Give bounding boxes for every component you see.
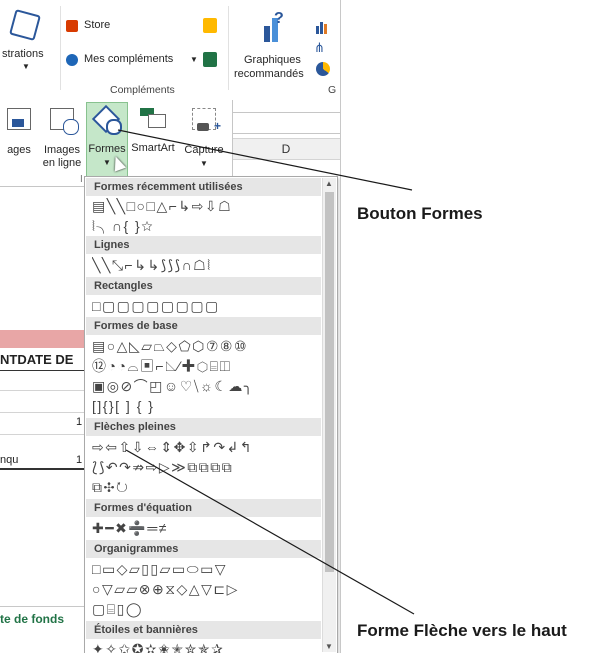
ribbon-separator xyxy=(228,6,229,90)
section-header-lines: Lignes xyxy=(86,236,321,254)
recommended-charts-label-2: recommandés xyxy=(234,68,304,80)
pie-chart-icon[interactable] xyxy=(316,62,330,76)
shapes-row-stars[interactable]: ✦✧✩✪✫✬✭✮✯✰ xyxy=(92,639,322,653)
scroll-down-icon[interactable]: ▼ xyxy=(325,642,333,651)
online-picture-icon xyxy=(50,108,79,135)
online-pictures-label-2: en ligne xyxy=(42,157,82,169)
ribbon: strations ▼ Store Mes compléments ▼ Comp… xyxy=(0,0,340,101)
scrollbar-thumb[interactable] xyxy=(325,192,334,572)
shapes-row-flowchart-1[interactable]: □▭◇▱▯▯▱▭⬭▭▽ xyxy=(92,559,322,579)
store-button[interactable]: Store xyxy=(66,18,186,36)
section-header-basic: Formes de base xyxy=(86,317,321,335)
chevron-down-icon: ▼ xyxy=(200,159,208,168)
section-header-equation: Formes d'équation xyxy=(86,499,321,517)
grid-line xyxy=(0,434,84,435)
smartart-button[interactable]: SmartArt xyxy=(128,102,178,182)
section-header-block-arrows: Flèches pleines xyxy=(86,418,321,436)
callout-bouton-formes: Bouton Formes xyxy=(357,204,483,223)
shapes-row-flowchart-2[interactable]: ○▽▱▱⊗⊕⧖◇△▽⊏▷ xyxy=(92,579,322,599)
shapes-row-arrows-2[interactable]: ⟅⟆↶↷⇏⇨▷≫⧉⧉⧉⧉ xyxy=(92,457,322,477)
shapes-row-flowchart-3[interactable]: ▢⌸▯◯ xyxy=(92,599,322,619)
store-label: Store xyxy=(84,19,111,31)
section-header-stars: Étoiles et bannières xyxy=(86,621,321,639)
shapes-row-arrows-1[interactable]: ⇨⇦⇧⇩⇔⇕✥⇳↱↷↲↰ xyxy=(92,437,322,457)
store-icon xyxy=(66,20,78,32)
picture-icon xyxy=(7,108,31,130)
shapes-icon xyxy=(91,104,122,135)
sheet-tab-bar xyxy=(0,606,84,607)
cell-value[interactable]: 1 xyxy=(76,416,82,428)
shapes-row-lines[interactable]: ╲╲⤡⌐↳↳⟆⟆⟆∩☖⦚ xyxy=(92,255,322,275)
scroll-up-icon[interactable]: ▲ xyxy=(325,179,333,188)
grid-line xyxy=(0,412,84,413)
callout-forme-fleche-haut: Forme Flèche vers le haut xyxy=(357,621,567,640)
header-row xyxy=(0,330,84,348)
smartart-label: SmartArt xyxy=(131,142,175,154)
recommended-charts-button[interactable]: ? Graphiques recommandés xyxy=(232,4,308,90)
gallery-group-stub: I xyxy=(80,174,83,185)
shapes-row-arrows-3[interactable]: ⧉✣↻ xyxy=(92,477,322,497)
illustrations-button[interactable]: strations ▼ xyxy=(0,0,60,90)
grid-line xyxy=(0,390,84,391)
capture-button[interactable]: + Capture ▼ xyxy=(180,102,228,182)
screenshot-icon: + xyxy=(192,108,221,133)
shapes-dropdown-menu: Formes récemment utilisées ▤╲╲□○□△⌐↳⇨⇩☖ … xyxy=(84,176,338,653)
capture-label: Capture xyxy=(184,144,224,156)
shapes-row-basic-1[interactable]: ▤○△◺▱⏢◇⬠⬡⑦⑧⑩ xyxy=(92,336,322,356)
illustrations-icon xyxy=(9,9,41,41)
header-cell-text: NTDATE DE xyxy=(0,352,74,367)
column-header-d[interactable]: D xyxy=(230,138,340,160)
excel-addin-icon[interactable] xyxy=(203,52,217,67)
illustrations-label: strations xyxy=(2,48,44,60)
column-chart-icon[interactable] xyxy=(316,20,330,34)
illustrations-gallery: ages Images en ligne Formes ▼ SmartArt +… xyxy=(0,100,233,187)
addins-icon xyxy=(66,54,78,66)
shapes-row-equation[interactable]: ✚━✖➗═≠ xyxy=(92,518,322,538)
shapes-row-recent-2[interactable]: ⦚╮∩{ }☆ xyxy=(92,216,322,236)
my-addins-label: Mes compléments xyxy=(84,53,174,65)
section-header-flowchart: Organigrammes xyxy=(86,540,321,558)
online-pictures-button[interactable]: Images en ligne xyxy=(38,102,86,182)
online-pictures-label-1: Images xyxy=(43,144,81,156)
shapes-row-basic-4[interactable]: []{}[ ] { } xyxy=(92,396,322,416)
ribbon-separator xyxy=(60,6,61,90)
smartart-icon xyxy=(140,108,166,128)
complements-group-label: Compléments xyxy=(110,84,175,96)
menu-scrollbar[interactable]: ▲ ▼ xyxy=(322,178,336,652)
shapes-row-basic-2[interactable]: ⑫◔◔⌓▣⌐◺⁄✚⬡⌸◫ xyxy=(92,356,322,376)
excel-window: strations ▼ Store Mes compléments ▼ Comp… xyxy=(0,0,341,653)
chevron-down-icon: ▼ xyxy=(190,55,198,64)
shapes-row-basic-3[interactable]: ▣◎⊘⌒◰☺♡⧹☼☾☁╮ xyxy=(92,376,322,396)
recommended-charts-label-1: Graphiques xyxy=(244,54,301,66)
charts-group-label: G xyxy=(328,84,337,96)
cell-value[interactable]: 1 xyxy=(76,454,82,466)
hierarchy-chart-icon[interactable]: ⋔ xyxy=(314,40,325,56)
sheet-tab[interactable]: te de fonds xyxy=(0,612,64,626)
section-header-rectangles: Rectangles xyxy=(86,277,321,295)
section-header-recent: Formes récemment utilisées xyxy=(86,178,321,196)
recommended-charts-icon: ? xyxy=(262,10,288,42)
shapes-row-rectangles[interactable]: □▢▢▢▢▢▢▢▢ xyxy=(92,296,322,316)
shapes-row-recent-1[interactable]: ▤╲╲□○□△⌐↳⇨⇩☖ xyxy=(92,196,322,216)
cell-text[interactable]: nqu xyxy=(0,454,18,466)
bing-icon[interactable] xyxy=(203,18,217,33)
pictures-label: ages xyxy=(7,144,31,156)
grid-line-bold xyxy=(0,468,84,470)
formes-button[interactable]: Formes ▼ xyxy=(86,102,128,184)
my-addins-button[interactable]: Mes compléments ▼ xyxy=(66,52,206,70)
chevron-down-icon: ▼ xyxy=(22,62,30,71)
pictures-button[interactable]: ages xyxy=(0,102,38,182)
formula-bar[interactable] xyxy=(230,112,340,134)
